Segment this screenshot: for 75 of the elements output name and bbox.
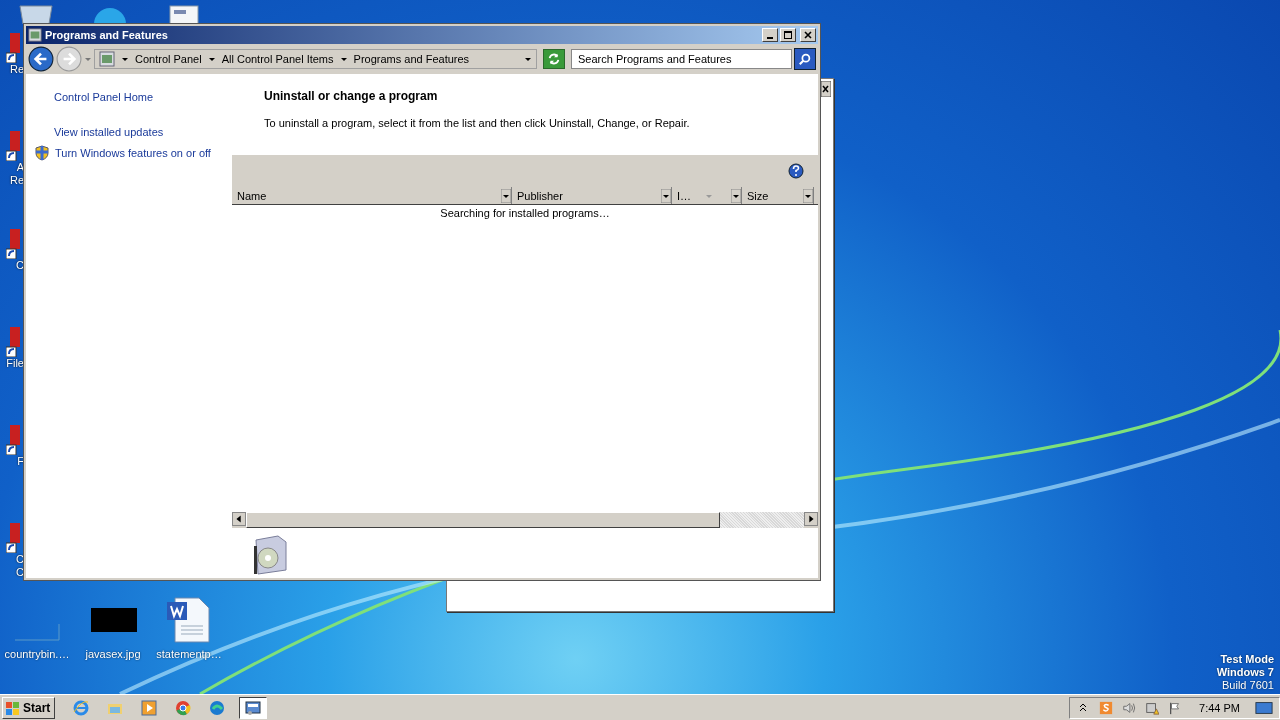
maximize-button[interactable] [780,28,796,42]
control-panel-icon [245,699,262,716]
browser-icon [73,699,90,716]
icon-label: javasex.jpg [85,648,141,660]
search-icon [798,52,812,66]
back-button[interactable] [28,46,54,72]
chevron-icon[interactable] [207,55,216,63]
dropdown-arrow-icon[interactable] [524,55,532,63]
search-button[interactable] [794,48,816,70]
dropdown-arrow-icon[interactable] [661,188,671,203]
close-button[interactable] [800,28,816,42]
scroll-right-icon[interactable] [804,512,818,526]
column-header[interactable]: Name [232,187,512,204]
page-heading: Uninstall or change a program [264,89,439,103]
sidebar-link[interactable]: Control Panel Home [54,90,154,103]
shortcut-icon[interactable] [6,33,20,63]
clock[interactable]: 7:44 PM [1199,701,1240,714]
shortcut-icon[interactable] [6,229,20,259]
chevron-icon[interactable] [339,55,348,63]
shortcut-icon[interactable] [6,523,20,553]
page-description: To uninstall a program, select it from the list and then click Uninstall, Change, or Repair. [264,117,691,129]
scrollbar-thumb[interactable] [246,512,720,528]
refresh-icon [547,52,561,66]
media-player-icon [141,699,158,716]
chevron-icon[interactable] [121,55,129,63]
horizontal-scrollbar[interactable] [232,511,818,528]
system-notice: Windows 7 [1216,666,1274,679]
windows-logo-icon [5,699,21,716]
close-icon[interactable] [821,81,831,97]
breadcrumb-item[interactable]: All Control Panel Items [221,53,334,65]
browser-icon [209,699,226,716]
system-notice: Build 7601 [1222,679,1274,692]
column-header[interactable]: Size [742,187,814,204]
scroll-left-icon[interactable] [232,512,246,526]
taskbar-button[interactable] [239,696,268,719]
dropdown-arrow-icon[interactable] [731,188,741,203]
address-bar[interactable]: Control Panel All Control Panel Items Programs and Features [94,49,537,69]
help-icon[interactable] [788,163,804,179]
system-notice: Test Mode [1220,653,1274,666]
dropdown-arrow-icon[interactable] [803,188,813,203]
word-document-icon[interactable] [165,596,213,644]
icon-label: C [16,259,24,272]
column-header[interactable]: I… [672,187,742,204]
shortcut-icon[interactable] [6,131,20,161]
icon-label: statementp… [156,648,222,660]
icon-label: countrybin.… [4,648,70,660]
maximize-icon [783,30,793,40]
window-title: Programs and Features [45,29,169,41]
search-field[interactable]: Search Programs and Features [571,49,792,69]
icon-label: File [6,357,24,370]
icon-label: C [16,566,24,579]
minimize-button[interactable] [762,28,778,42]
column-header[interactable]: Publisher [512,187,672,204]
breadcrumb-item[interactable]: Control Panel [135,53,202,65]
show-desktop-icon[interactable] [1255,699,1273,716]
shortcut-icon[interactable] [6,327,20,357]
refresh-button[interactable] [543,49,565,69]
browser-icon [175,699,192,716]
start-button[interactable]: Start [2,696,56,719]
shortcut-icon[interactable] [6,425,20,455]
sidebar-link[interactable]: View installed updates [54,125,164,138]
breadcrumb-item[interactable]: Programs and Features [353,53,470,65]
close-icon [803,30,813,40]
document-icon[interactable] [166,4,202,24]
dropdown-arrow-icon[interactable] [501,188,511,203]
control-panel-icon [99,51,115,67]
icon-label: F [17,455,24,468]
icon-label: C [16,553,24,566]
icon-label: Re [9,63,24,76]
sidebar-link[interactable]: Turn Windows features on or off [55,146,211,159]
control-panel-icon [28,28,42,42]
icon-label: Re [9,174,24,187]
minimize-icon [767,37,773,39]
status-message: Searching for installed programs… [440,207,610,221]
shield-icon [34,144,50,161]
